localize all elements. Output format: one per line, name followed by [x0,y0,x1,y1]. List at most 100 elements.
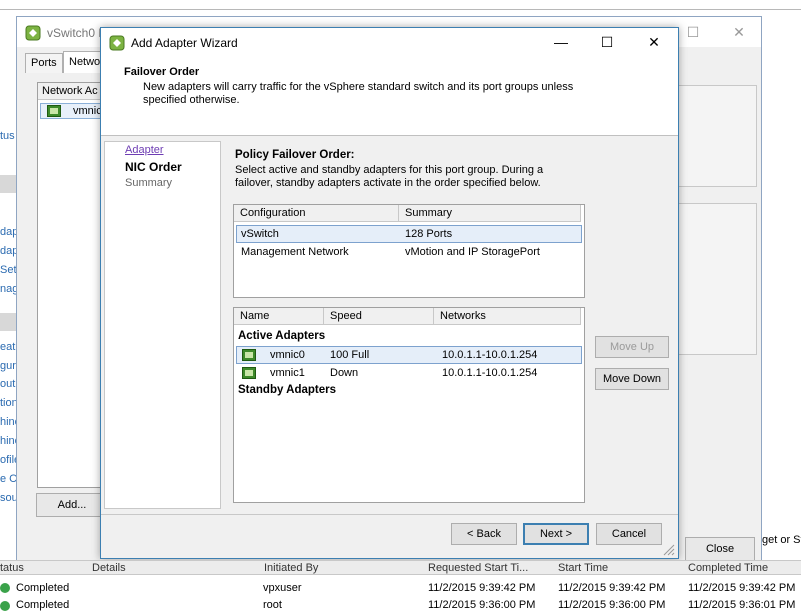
rail-item[interactable]: hine [0,435,16,447]
rail-item[interactable]: out [0,378,16,390]
rail-item[interactable]: ofile [0,454,16,466]
tab-ports[interactable]: Ports [25,53,63,73]
close-icon[interactable]: ✕ [725,22,753,42]
column-header-start-time[interactable]: Start Time [558,562,608,574]
recent-tasks-panel: tatus Details Initiated By Requested Sta… [0,560,801,614]
app-top-strip [0,0,801,10]
network-card-disconnected-icon [242,367,256,379]
footer-divider [101,514,678,515]
cell-configuration: vSwitch [241,228,279,240]
network-adapter-list: Network Ac vmnic [37,82,107,488]
rail-item[interactable]: tion [0,397,16,409]
column-header-configuration[interactable]: Configuration [234,205,399,222]
close-button[interactable]: Close [685,537,755,561]
completed-check-icon [0,583,10,593]
details-panel [677,203,757,355]
cell-completed-time: 11/2/2015 9:36:01 PM [688,599,796,611]
list-header[interactable]: Network Ac [38,83,106,100]
cell-networks: 10.0.1.1-10.0.1.254 [442,349,538,361]
wizard-title: Add Adapter Wizard [131,36,238,50]
maximize-icon[interactable]: ☐ [593,32,621,52]
rail-separator [0,175,16,193]
step-title: Failover Order [124,66,200,78]
tasks-header: tatus Details Initiated By Requested Sta… [0,560,801,575]
minimize-icon[interactable]: — [547,32,575,52]
list-item[interactable]: vmnic [40,103,106,119]
table-row[interactable]: Completed vpxuser 11/2/2015 9:39:42 PM 1… [0,581,801,599]
nav-step-adapter[interactable]: Adapter [125,144,164,156]
policy-description: Select active and standby adapters for t… [235,164,544,189]
cell-start-time: 11/2/2015 9:39:42 PM [558,582,666,594]
vswitch-window-title: vSwitch0 P [47,26,107,40]
list-item-label: vmnic [73,105,102,117]
cell-status: Completed [16,599,70,611]
cell-requested-start: 11/2/2015 9:39:42 PM [428,582,536,594]
close-icon[interactable]: ✕ [640,32,668,52]
move-down-button[interactable]: Move Down [595,368,669,390]
rail-item[interactable]: sou [0,492,16,504]
cell-completed-time: 11/2/2015 9:39:42 PM [688,582,796,594]
nav-step-nic-order: NIC Order [125,160,182,174]
column-header-status[interactable]: tatus [0,562,24,574]
wizard-header: Failover Order New adapters will carry t… [101,58,678,136]
truncated-label: get or St [762,534,801,546]
column-header-requested-start[interactable]: Requested Start Ti... [428,562,528,574]
network-card-icon [47,105,61,117]
column-header-networks[interactable]: Networks [434,308,581,325]
cell-requested-start: 11/2/2015 9:36:00 PM [428,599,536,611]
cell-summary: vMotion and IP StoragePort [405,246,540,258]
rail-item[interactable]: hine [0,416,16,428]
rail-item[interactable]: gura [0,360,16,372]
cell-status: Completed [16,582,70,594]
active-adapters-label: Active Adapters [238,330,326,342]
rail-item[interactable]: tus [0,130,16,142]
policy-title: Policy Failover Order: [235,149,355,161]
maximize-icon[interactable]: ☐ [679,22,707,42]
table-row[interactable]: vmnic1 Down 10.0.1.1-10.0.1.254 [236,365,582,383]
rail-item[interactable]: e Co [0,473,16,485]
add-button[interactable]: Add... [36,493,108,517]
next-button[interactable]: Next > [523,523,589,545]
rail-item[interactable]: nage [0,283,16,295]
details-panel [677,85,757,187]
cell-configuration: Management Network [241,246,349,258]
cell-networks: 10.0.1.1-10.0.1.254 [442,367,538,379]
table-row[interactable]: Completed root 11/2/2015 9:36:00 PM 11/2… [0,598,801,614]
standby-adapters-label: Standby Adapters [238,384,336,396]
network-card-icon [242,349,256,361]
nav-step-summary: Summary [125,177,173,189]
cell-summary: 128 Ports [405,228,453,240]
configuration-table: Configuration Summary vSwitch 128 Ports … [233,204,585,298]
column-header-speed[interactable]: Speed [324,308,434,325]
cell-name: vmnic1 [270,367,305,379]
table-row[interactable]: vmnic0 100 Full 10.0.1.1-10.0.1.254 [236,346,582,364]
rail-item[interactable]: eati [0,341,16,353]
add-adapter-wizard: Add Adapter Wizard — ☐ ✕ Failover Order … [100,27,679,559]
rail-separator [0,313,16,331]
column-header-details[interactable]: Details [92,562,126,574]
resize-grip-icon[interactable] [663,544,675,556]
vsphere-logo-icon [109,35,125,51]
cell-name: vmnic0 [270,349,305,361]
column-header-summary[interactable]: Summary [399,205,581,222]
rail-item[interactable]: dap [0,245,16,257]
move-up-button[interactable]: Move Up [595,336,669,358]
cell-initiated-by: vpxuser [263,582,302,594]
rail-item[interactable]: Set [0,264,16,276]
table-row[interactable]: Management Network vMotion and IP Storag… [236,244,582,262]
cell-speed: Down [330,367,359,379]
wizard-step-nav: Adapter NIC Order Summary [104,141,221,509]
cancel-button[interactable]: Cancel [596,523,662,545]
table-row[interactable]: vSwitch 128 Ports [236,225,582,243]
column-header-completed-time[interactable]: Completed Time [688,562,768,574]
rail-item[interactable]: dap [0,226,16,238]
tab-network-adapters[interactable]: Netwo [63,51,103,73]
step-description: New adapters will carry traffic for the … [143,81,574,106]
cell-start-time: 11/2/2015 9:36:00 PM [558,599,666,611]
left-nav-rail: tus dap dap Set nage eati gura out tion … [0,50,16,520]
wizard-content: Policy Failover Order: Select active and… [221,141,677,509]
back-button[interactable]: < Back [451,523,517,545]
column-header-initiated-by[interactable]: Initiated By [264,562,318,574]
column-header-name[interactable]: Name [234,308,324,325]
adapter-failover-table: Name Speed Networks Active Adapters vmni… [233,307,585,503]
